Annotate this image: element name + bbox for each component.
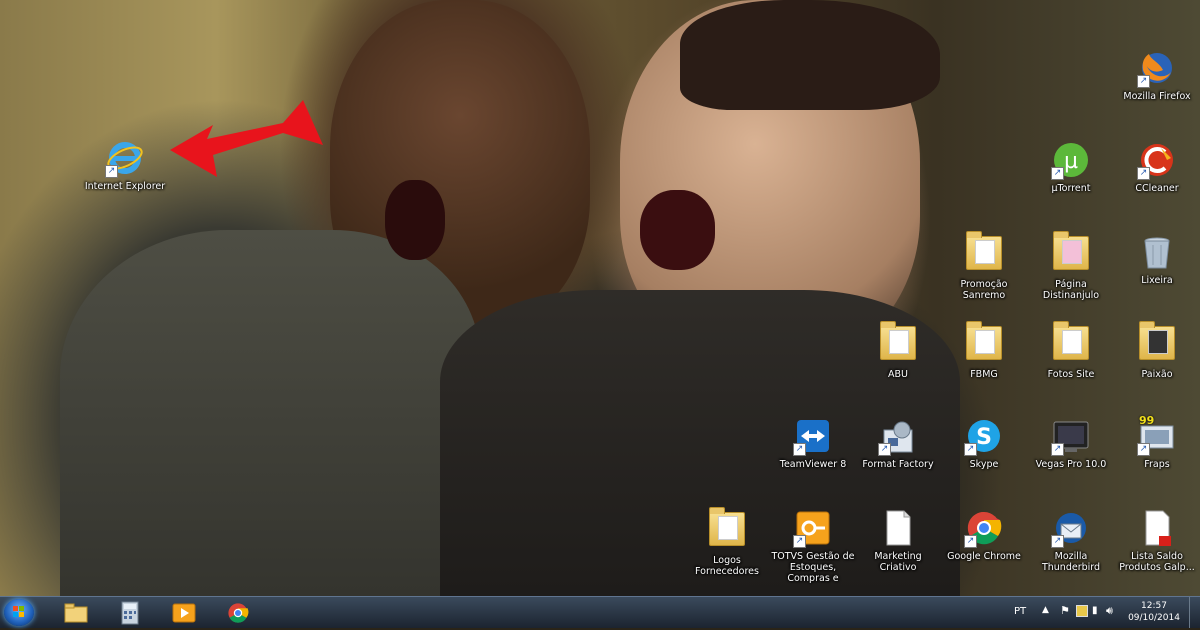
clock[interactable]: 12:57 09/10/2014 [1124,600,1184,624]
teamviewer-icon: ↗ [793,416,833,456]
clock-date: 09/10/2014 [1128,613,1180,623]
folder-icon [1051,321,1091,366]
desktop-icon-format-factory[interactable]: ↗ Format Factory [855,416,941,470]
thunderbird-icon: ↗ [1051,508,1091,548]
taskbar-media-player[interactable] [164,599,204,626]
shortcut-arrow-icon: ↗ [1137,75,1150,88]
desktop-icon-folder-fotos-site[interactable]: Fotos Site [1028,321,1114,380]
desktop-icon-utorrent[interactable]: µ ↗ µTorrent [1028,140,1114,194]
desktop-icon-internet-explorer[interactable]: ↗ Internet Explorer [82,138,168,192]
svg-text:S: S [976,425,992,450]
ie-icon: ↗ [105,138,145,178]
signal-bars-icon[interactable]: ▮ [1092,605,1098,616]
fraps-badge: 99 [1139,414,1155,427]
taskbar-calculator[interactable] [110,599,150,626]
desktop-icon-folder-promocao[interactable]: Promoção Sanremo [941,231,1027,301]
svg-text:µ: µ [1064,149,1078,174]
desktop-icon-folder-paixao[interactable]: Paixão [1114,321,1200,380]
document-icon [878,508,918,548]
utorrent-icon: µ ↗ [1051,140,1091,180]
shortcut-arrow-icon: ↗ [1137,443,1150,456]
volume-icon[interactable]: 🔊︎ [1106,604,1113,618]
system-tray: PT ▲ ⚑ ▮ 🔊︎ 12:57 09/10/2014 [1000,597,1200,628]
wallpaper-hair [680,0,940,110]
desktop-icon-folder-fbmg[interactable]: FBMG [941,321,1027,380]
desktop-icon-folder-pagina[interactable]: Página Distinanjulo [1028,231,1114,301]
fraps-icon: 99 ↗ [1137,414,1177,456]
desktop-icon-vegas-pro[interactable]: ↗ Vegas Pro 10.0 [1028,416,1114,470]
windows-logo-icon [13,606,24,617]
folder-icon [707,507,747,552]
ccleaner-icon: ↗ [1137,140,1177,180]
shortcut-arrow-icon: ↗ [1051,443,1064,456]
skype-icon: S ↗ [964,416,1004,456]
arrow-shape [170,100,323,177]
taskbar-chrome[interactable] [218,599,258,626]
format-factory-icon: ↗ [878,416,918,456]
desktop-icon-skype[interactable]: S ↗ Skype [941,416,1027,470]
desktop-icon-folder-abu[interactable]: ABU [855,321,941,380]
network-icon[interactable] [1076,605,1088,617]
wallpaper-jacket-left [60,230,480,596]
totvs-icon: ↗ [793,508,833,548]
show-hidden-icons-icon[interactable]: ▲ [1042,605,1049,615]
shortcut-arrow-icon: ↗ [1137,167,1150,180]
folder-icon [1137,321,1177,366]
desktop-icon-google-chrome[interactable]: ↗ Google Chrome [941,508,1027,562]
pdf-icon [1137,508,1177,548]
desktop-icon-recycle-bin[interactable]: Lixeira [1114,232,1200,286]
vegas-icon: ↗ [1051,416,1091,456]
taskbar-windows-explorer[interactable] [56,599,96,626]
shortcut-arrow-icon: ↗ [1051,535,1064,548]
folder-icon [1051,231,1091,276]
show-desktop-button[interactable] [1189,597,1200,628]
desktop-icon-fraps[interactable]: 99 ↗ Fraps [1114,414,1200,470]
desktop-icon-firefox[interactable]: ↗ Mozilla Firefox [1114,48,1200,102]
language-indicator[interactable]: PT [1014,606,1026,617]
desktop-icon-totvs[interactable]: ↗ TOTVS Gestão de Estoques, Compras e [770,508,856,584]
wallpaper-mouth [385,180,445,260]
red-arrow-annotation [170,100,323,177]
shortcut-arrow-icon: ↗ [878,443,891,456]
desktop-icon-marketing-criativo[interactable]: Marketing Criativo [855,508,941,573]
desktop-icon-ccleaner[interactable]: ↗ CCleaner [1114,140,1200,194]
firefox-icon: ↗ [1137,48,1177,88]
folder-icon [964,231,1004,276]
shortcut-arrow-icon: ↗ [1051,167,1064,180]
windows-explorer-icon [64,603,88,622]
action-center-flag-icon[interactable]: ⚑ [1060,604,1070,617]
start-button[interactable] [4,599,34,626]
chrome-icon: ↗ [964,508,1004,548]
recycle-bin-icon [1137,232,1177,272]
calculator-icon [121,601,139,624]
shortcut-arrow-icon: ↗ [793,443,806,456]
desktop-icon-folder-logos[interactable]: Logos Fornecedores [684,507,770,577]
clock-time: 12:57 [1141,601,1167,611]
desktop-icon-teamviewer[interactable]: ↗ TeamViewer 8 [770,416,856,470]
taskbar: PT ▲ ⚑ ▮ 🔊︎ 12:57 09/10/2014 [0,596,1200,628]
desktop-icon-lista-saldo[interactable]: Lista Saldo Produtos Galp... [1114,508,1200,573]
shortcut-arrow-icon: ↗ [793,535,806,548]
folder-icon [964,321,1004,366]
shortcut-arrow-icon: ↗ [964,535,977,548]
folder-icon [878,321,918,366]
wallpaper-mouth-2 [640,190,715,270]
desktop-icon-thunderbird[interactable]: ↗ Mozilla Thunderbird [1028,508,1114,573]
shortcut-arrow-icon: ↗ [105,165,118,178]
shortcut-arrow-icon: ↗ [964,443,977,456]
chrome-icon [228,602,249,623]
media-player-icon [172,603,196,622]
